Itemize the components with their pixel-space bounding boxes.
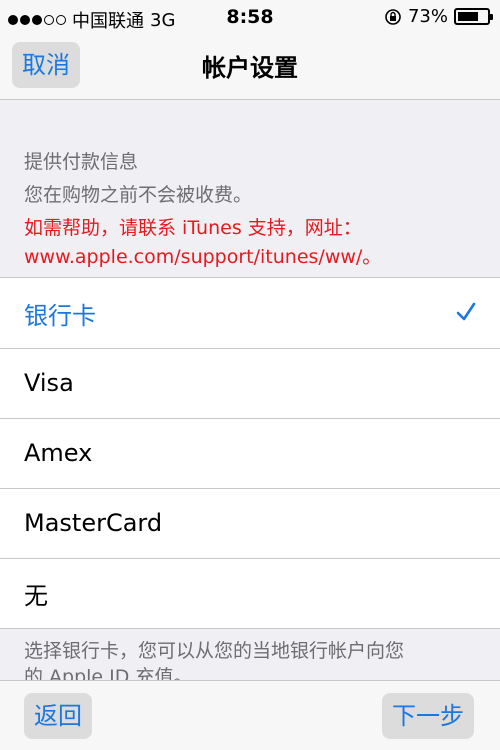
payment-option-label: 无 bbox=[24, 581, 48, 610]
payment-option-visa[interactable]: Visa bbox=[0, 348, 500, 418]
footnote-line-1: 选择银行卡，您可以从您的当地银行帐户向您 bbox=[24, 640, 405, 662]
status-right: 73% bbox=[384, 6, 493, 27]
payment-option-mastercard[interactable]: MasterCard bbox=[0, 488, 500, 558]
payment-option-none[interactable]: 无 bbox=[0, 558, 500, 628]
help-text-line-1: 如需帮助，请联系 iTunes 支持，网址： bbox=[24, 217, 362, 239]
checkmark-icon bbox=[456, 302, 476, 321]
battery-icon bbox=[454, 8, 493, 25]
help-link[interactable]: www.apple.com/support/itunes/ww/。 bbox=[24, 243, 484, 272]
payment-options-list: 银行卡 Visa Amex MasterCard 无 bbox=[0, 277, 500, 629]
payment-option-label: Visa bbox=[24, 369, 74, 397]
payment-option-bank-card[interactable]: 银行卡 bbox=[0, 278, 500, 348]
no-charge-notice: 您在购物之前不会被收费。 bbox=[24, 184, 253, 206]
battery-fill bbox=[458, 12, 478, 21]
bottom-toolbar: 返回 下一步 bbox=[0, 680, 500, 750]
back-button[interactable]: 返回 bbox=[24, 693, 92, 739]
payment-option-amex[interactable]: Amex bbox=[0, 418, 500, 488]
payment-info-section: 提供付款信息 您在购物之前不会被收费。 如需帮助，请联系 iTunes 支持，网… bbox=[24, 148, 484, 272]
status-bar: 中国联通 3G 8:58 73% bbox=[0, 0, 500, 34]
payment-option-label: Amex bbox=[24, 439, 93, 467]
payment-option-label: MasterCard bbox=[24, 509, 163, 537]
rotation-lock-icon bbox=[385, 8, 401, 25]
next-button[interactable]: 下一步 bbox=[382, 693, 474, 739]
navigation-bar: 取消 帐户设置 bbox=[0, 34, 500, 100]
payment-option-label: 银行卡 bbox=[24, 301, 96, 330]
page-title: 帐户设置 bbox=[202, 54, 298, 82]
section-heading: 提供付款信息 bbox=[24, 151, 139, 173]
battery-percent: 73% bbox=[407, 6, 448, 27]
